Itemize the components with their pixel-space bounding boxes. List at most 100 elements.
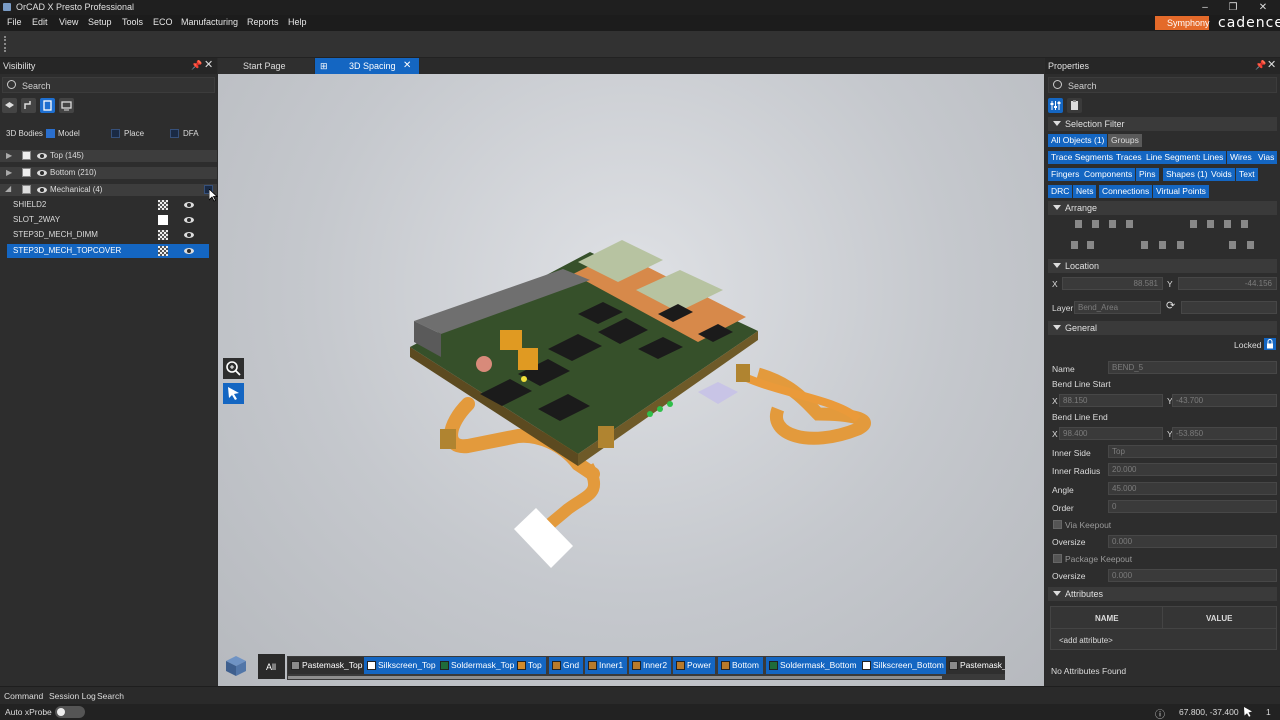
layer-button[interactable]: Inner1 [585, 657, 628, 674]
menu-file[interactable]: File [7, 17, 22, 27]
display-icon[interactable] [59, 98, 74, 113]
tab-start-page[interactable]: Start Page [218, 58, 314, 74]
layer-button[interactable]: Top [514, 657, 546, 674]
tree-item[interactable]: STEP3D_MECH_DIMM [0, 229, 217, 241]
layer-select[interactable]: Bend_Area [1074, 301, 1161, 314]
tab-3d-spacing[interactable]: ⊞ 3D Spacing ✕ [315, 58, 419, 74]
clipboard-icon[interactable] [1067, 98, 1082, 113]
tree-item[interactable]: SLOT_2WAY [0, 214, 217, 226]
menu-reports[interactable]: Reports [247, 17, 279, 27]
package-keepout-checkbox[interactable] [1053, 554, 1062, 563]
layer-button[interactable]: Gnd [549, 657, 584, 674]
tree-item[interactable]: SHIELD2 [0, 199, 217, 211]
filter-chip[interactable]: Fingers [1048, 168, 1083, 181]
tree-item-selected[interactable]: STEP3D_MECH_TOPCOVER [7, 244, 209, 258]
component-icon[interactable] [40, 98, 55, 113]
eye-icon[interactable] [37, 153, 47, 159]
close-icon[interactable]: ✕ [204, 58, 213, 71]
oversize-field[interactable]: 0.000 [1108, 535, 1277, 548]
section-location[interactable]: Location [1048, 259, 1277, 273]
add-attribute-link[interactable]: <add attribute> [1059, 636, 1113, 645]
layer-all-button[interactable]: All [258, 654, 285, 679]
transparency-icon[interactable] [158, 200, 168, 210]
eye-icon[interactable] [184, 248, 194, 254]
filter-chip[interactable]: Line Segments [1143, 151, 1206, 164]
menu-manufacturing[interactable]: Manufacturing [181, 17, 238, 27]
layer-scrollbar[interactable] [288, 676, 942, 679]
layer-button[interactable]: Pastemask_ [946, 657, 1005, 674]
tree-group-mechanical[interactable]: ◢ Mechanical (4) [0, 184, 217, 196]
auto-xprobe-toggle[interactable] [55, 706, 85, 718]
menu-tools[interactable]: Tools [122, 17, 143, 27]
distribute-icons-group[interactable] [1188, 218, 1258, 230]
name-field[interactable]: BEND_5 [1108, 361, 1277, 374]
layer-button[interactable]: Soldermask_Bottom [766, 657, 861, 674]
filter-chip[interactable]: Shapes (1) [1163, 168, 1211, 181]
color-swatch-icon[interactable] [158, 215, 168, 225]
view-cube-icon[interactable] [224, 654, 248, 678]
tree-group-top[interactable]: ▶ Top (145) [0, 150, 217, 162]
eye-icon[interactable] [184, 202, 194, 208]
select-pointer-icon[interactable] [223, 383, 244, 404]
collapse-icon[interactable]: ◢ [5, 184, 11, 193]
inner-radius-field[interactable]: 20.000 [1108, 463, 1277, 476]
order-field[interactable]: 0 [1108, 500, 1277, 513]
bend-start-y-field[interactable]: -43.700 [1172, 394, 1277, 407]
symphony-button[interactable]: Symphony [1155, 16, 1210, 30]
dfa-checkbox[interactable] [170, 129, 179, 138]
group-checkbox[interactable] [22, 168, 31, 177]
layers-icon[interactable] [2, 98, 17, 113]
via-keepout-checkbox[interactable] [1053, 520, 1062, 529]
oversize2-field[interactable]: 0.000 [1108, 569, 1277, 582]
command-tab[interactable]: Command [4, 691, 43, 701]
menu-edit[interactable]: Edit [32, 17, 48, 27]
menu-help[interactable]: Help [288, 17, 307, 27]
filter-chip[interactable]: Vias [1255, 151, 1278, 164]
filter-chip[interactable]: Traces [1113, 151, 1145, 164]
filter-chip[interactable]: Components [1081, 168, 1136, 181]
section-arrange[interactable]: Arrange [1048, 201, 1277, 215]
eye-icon[interactable] [37, 187, 47, 193]
bend-end-x-field[interactable]: 98.400 [1059, 427, 1163, 440]
inner-side-select[interactable]: Top [1108, 445, 1277, 458]
transparency-icon[interactable] [158, 230, 168, 240]
filter-chip[interactable]: Text [1236, 168, 1258, 181]
section-attributes[interactable]: Attributes [1048, 587, 1277, 601]
filter-chip[interactable]: Virtual Points [1153, 185, 1209, 198]
layer-button[interactable]: Power [673, 657, 716, 674]
close-icon[interactable]: ✕ [1267, 58, 1276, 71]
arrange-icons-row[interactable] [1067, 239, 1277, 251]
angle-field[interactable]: 45.000 [1108, 482, 1277, 495]
filter-chip[interactable]: Trace Segments [1048, 151, 1117, 164]
zoom-icon[interactable] [223, 358, 244, 379]
expand-icon[interactable]: ▶ [6, 168, 12, 177]
menu-view[interactable]: View [59, 17, 78, 27]
tree-group-bottom[interactable]: ▶ Bottom (210) [0, 167, 217, 179]
filter-chip[interactable]: Wires [1227, 151, 1255, 164]
layer-subclass-select[interactable] [1181, 301, 1277, 314]
filter-chip[interactable]: Voids [1208, 168, 1235, 181]
visibility-search-input[interactable]: Search [2, 77, 215, 93]
session-log-tab[interactable]: Session Log [49, 691, 96, 701]
layer-button[interactable]: Bottom [718, 657, 763, 674]
layer-button[interactable]: Inner2 [629, 657, 672, 674]
group-checkbox-partial[interactable] [22, 185, 31, 194]
transparency-icon[interactable] [158, 246, 168, 256]
pin-icon[interactable]: 📌 [191, 60, 202, 71]
align-icons-group[interactable] [1073, 218, 1143, 230]
filter-settings-icon[interactable] [1048, 98, 1063, 113]
search-tab[interactable]: Search [97, 691, 124, 701]
y-field[interactable]: -44.156 [1178, 277, 1277, 290]
routing-icon[interactable] [21, 98, 36, 113]
info-icon[interactable]: ⓘ [1155, 706, 1165, 720]
toolbar-grip[interactable] [4, 36, 6, 52]
restore-button[interactable]: ❐ [1220, 0, 1246, 15]
refresh-icon[interactable]: ⟳ [1166, 299, 1175, 312]
filter-chip[interactable]: Connections [1099, 185, 1153, 198]
group-checkbox[interactable] [22, 151, 31, 160]
eye-icon[interactable] [184, 232, 194, 238]
filter-chip[interactable]: Pins [1136, 168, 1159, 181]
filter-chip[interactable]: All Objects (1) [1048, 134, 1108, 147]
lock-icon[interactable] [1264, 338, 1276, 350]
menu-eco[interactable]: ECO [153, 17, 173, 27]
